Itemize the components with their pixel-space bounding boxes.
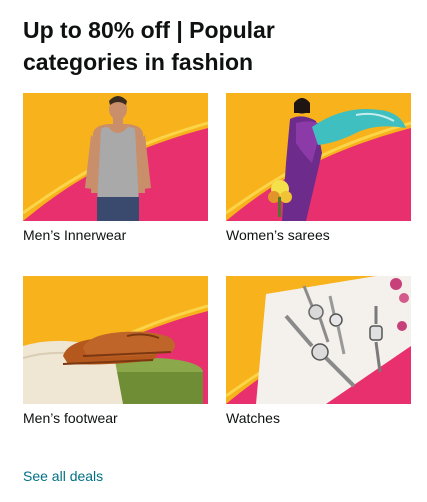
watches-image[interactable] [226,276,411,404]
tile-label[interactable]: Men’s Innerwear [23,227,208,243]
mens-footwear-image[interactable] [23,276,208,404]
womens-sarees-image[interactable] [226,93,411,221]
see-all-deals-link[interactable]: See all deals [23,467,103,485]
tile-label[interactable]: Men’s footwear [23,410,208,426]
tile-mens-innerwear[interactable]: Men’s Innerwear [23,93,208,243]
tile-mens-footwear[interactable]: Men’s footwear [23,276,208,426]
mens-innerwear-image[interactable] [23,93,208,221]
tile-label[interactable]: Women’s sarees [226,227,411,243]
tile-watches[interactable]: Watches [226,276,411,426]
tile-womens-sarees[interactable]: Women’s sarees [226,93,411,243]
deals-card: Up to 80% off | Popular categories in fa… [0,0,427,502]
card-title: Up to 80% off | Popular categories in fa… [23,17,275,75]
tile-label[interactable]: Watches [226,410,411,426]
